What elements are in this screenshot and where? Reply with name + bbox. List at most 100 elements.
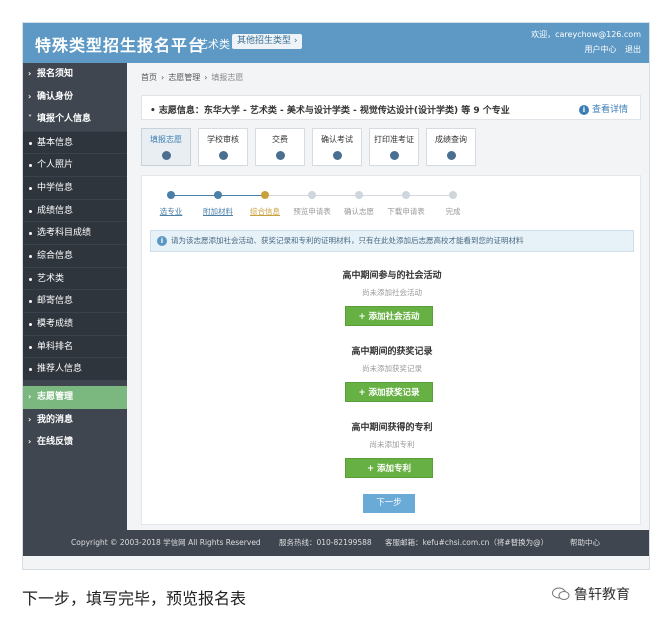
sidebar-item-feedback[interactable]: › 在线反馈 xyxy=(23,431,127,454)
add-patent-button[interactable]: + 添加专利 xyxy=(345,458,433,478)
sidebar-subitem-mock-exam[interactable]: 模考成绩 xyxy=(23,312,127,335)
step-label[interactable]: 确认志愿 xyxy=(344,206,374,217)
footer-hotline: 服务热线：010-82199588 xyxy=(279,538,372,547)
brand-name: 鲁轩教育 xyxy=(574,587,630,603)
breadcrumb-current: 填报志愿 xyxy=(211,73,244,82)
application-info-bar: • 志愿信息：东华大学 - 艺术类 - 美术与设计学类 - 视觉传达设计(设计学… xyxy=(141,95,641,120)
tab-label: 交费 xyxy=(272,135,288,144)
tab-label: 确认考试 xyxy=(321,135,353,144)
add-award-button[interactable]: + 添加获奖记录 xyxy=(345,382,433,402)
wechat-logo-icon xyxy=(552,587,570,600)
tab-payment[interactable]: 交费 xyxy=(255,128,305,166)
brand-watermark: 鲁轩教育 xyxy=(552,584,630,604)
sidebar-subitem-basic[interactable]: 基本信息 xyxy=(23,130,127,154)
sidebar-subitem-scores[interactable]: 成绩信息 xyxy=(23,198,127,222)
footer: Copyright © 2003-2018 学信网 All Rights Res… xyxy=(23,530,649,556)
tab-score-query[interactable]: 成绩查询 xyxy=(426,128,476,166)
section-title-awards: 高中期间的获奖记录 xyxy=(351,347,433,357)
section-title-activities: 高中期间参与的社会活动 xyxy=(342,271,442,281)
step-connector xyxy=(312,195,359,196)
add-activity-button[interactable]: + 添加社会活动 xyxy=(345,306,433,326)
breadcrumb-section[interactable]: 志愿管理 xyxy=(168,73,200,82)
info-icon: i xyxy=(578,105,589,115)
step-dot xyxy=(261,191,269,199)
sidebar-subitem-photo[interactable]: 个人照片 xyxy=(23,153,127,176)
tab-label: 学校审核 xyxy=(207,135,239,144)
sidebar-item-label: 填报个人信息 xyxy=(37,114,92,124)
sidebar-item-notice[interactable]: › 报名须知 xyxy=(23,63,127,86)
tab-print-ticket[interactable]: 打印准考证 xyxy=(369,128,419,166)
main-content: 首页 › 志愿管理 › 填报志愿 • 志愿信息：东华大学 - 艺术类 - 美术与设计学类… xyxy=(127,63,649,530)
chevron-right-icon: › xyxy=(28,91,32,101)
caption-text: 下一步，填写完毕，预览报名表 xyxy=(22,589,247,608)
chevron-down-icon: ˅ xyxy=(28,114,32,123)
chevron-right-icon: › xyxy=(28,392,32,402)
bullet-icon xyxy=(29,164,32,168)
view-details-label: 查看详情 xyxy=(591,105,628,115)
sidebar-subitem-referee[interactable]: 推荐人信息 xyxy=(23,357,127,381)
sidebar-item-messages[interactable]: › 我的消息 xyxy=(23,409,127,432)
tab-apply[interactable]: 填报志愿 xyxy=(141,128,191,166)
notice-text: 请为该志愿添加社会活动、获奖记录和专利的证明材料，只有在此处添加后志愿高校才能看… xyxy=(171,236,524,245)
bullet-icon xyxy=(29,232,32,236)
step-label[interactable]: 预览申请表 xyxy=(293,206,331,217)
bullet-icon xyxy=(29,141,32,145)
sidebar-item-personal-info[interactable]: ˅ 填报个人信息 xyxy=(23,108,127,131)
tab-confirm-exam[interactable]: 确认考试 xyxy=(312,128,362,166)
step-label[interactable]: 下载申请表 xyxy=(387,206,425,217)
step-label[interactable]: 完成 xyxy=(446,206,461,217)
category-label: 艺术类 xyxy=(197,38,230,51)
sidebar-subitem-mailing[interactable]: 邮寄信息 xyxy=(23,289,127,312)
sidebar-subitem-art[interactable]: 艺术类 xyxy=(23,266,127,290)
sidebar-subitem-school[interactable]: 中学信息 xyxy=(23,175,127,199)
sidebar-subitem-label: 邮寄信息 xyxy=(37,296,74,307)
step-icon xyxy=(446,151,456,160)
sidebar-item-label: 报名须知 xyxy=(37,69,74,79)
bullet-icon xyxy=(29,368,32,372)
header-links: 用户中心 退出 xyxy=(578,44,641,55)
tab-school-review[interactable]: 学校审核 xyxy=(198,128,248,166)
breadcrumb: 首页 › 志愿管理 › 填报志愿 xyxy=(141,72,243,83)
step-connector xyxy=(218,195,265,196)
step-label[interactable]: 综合信息 xyxy=(250,206,280,217)
app-window: 特殊类型招生报名平台 艺术类 其他招生类型 › 欢迎，careychow@126… xyxy=(22,22,650,570)
bullet-icon xyxy=(29,186,32,190)
switch-type-button[interactable]: 其他招生类型 › xyxy=(232,34,303,49)
progress-steps: 选专业 附加材料 综合信息 预览申请表 确认志愿 下载申请表 完成 xyxy=(142,190,642,222)
step-dot xyxy=(402,191,410,199)
sidebar-subitem-label: 成绩信息 xyxy=(37,205,74,216)
breadcrumb-separator: › xyxy=(204,73,208,82)
footer-help-link[interactable]: 帮助中心 xyxy=(570,530,600,556)
step-connector xyxy=(171,195,218,196)
bullet-icon xyxy=(29,345,32,349)
breadcrumb-separator: › xyxy=(161,73,165,82)
sidebar-item-label: 确认身份 xyxy=(37,91,74,102)
empty-text-activities: 尚未添加社会活动 xyxy=(362,288,422,297)
sidebar-subitem-label: 综合信息 xyxy=(37,250,74,261)
breadcrumb-home[interactable]: 首页 xyxy=(141,73,157,82)
bullet-icon xyxy=(29,277,32,281)
step-label[interactable]: 附加材料 xyxy=(203,206,233,217)
user-center-link[interactable]: 用户中心 xyxy=(584,45,616,54)
sidebar-item-label: 志愿管理 xyxy=(37,392,74,403)
logout-link[interactable]: 退出 xyxy=(625,45,641,54)
sidebar-subitem-label: 中学信息 xyxy=(37,182,74,193)
step-connector xyxy=(406,195,453,196)
tab-label: 成绩查询 xyxy=(435,135,467,144)
sidebar-subitem-label: 单科排名 xyxy=(37,341,74,352)
view-details-link[interactable]: i 查看详情 xyxy=(578,102,628,115)
sidebar-subitem-label: 模考成绩 xyxy=(37,319,74,329)
info-notice: i 请为该志愿添加社会活动、获奖记录和专利的证明材料，只有在此处添加后志愿高校才能… xyxy=(150,230,634,252)
next-step-button[interactable]: 下一步 xyxy=(363,494,415,513)
sidebar-subitem-subject-rank[interactable]: 单科排名 xyxy=(23,334,127,358)
step-connector xyxy=(359,195,406,196)
sidebar-subitem-comprehensive[interactable]: 综合信息 xyxy=(23,243,127,267)
sidebar-subitem-label: 选考科目成绩 xyxy=(37,228,92,239)
tab-label: 打印准考证 xyxy=(374,135,414,144)
bullet-icon xyxy=(29,323,32,326)
sidebar-subitem-elective-scores[interactable]: 选考科目成绩 xyxy=(23,221,127,244)
step-label[interactable]: 选专业 xyxy=(160,206,183,217)
sidebar-item-applications[interactable]: › 志愿管理 xyxy=(23,386,127,409)
sidebar-item-identity[interactable]: › 确认身份 xyxy=(23,86,127,109)
chevron-right-icon: › xyxy=(28,69,32,78)
